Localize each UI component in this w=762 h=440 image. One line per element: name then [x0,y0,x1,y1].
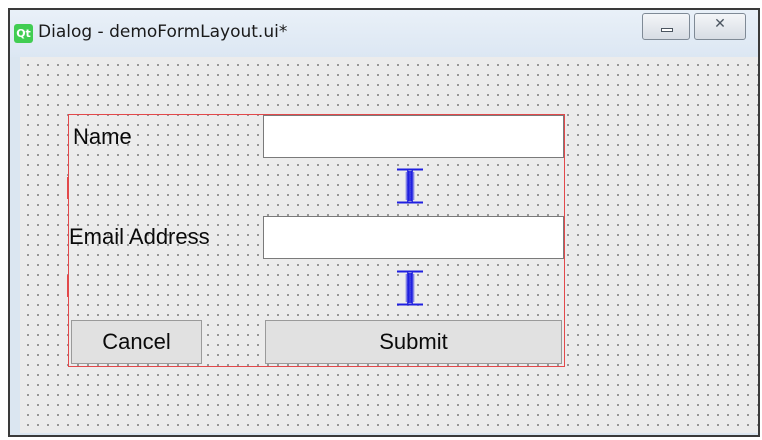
layout-edge-marker [67,177,69,199]
close-button[interactable]: ✕ [694,13,746,40]
close-icon: ✕ [714,16,726,32]
cancel-button[interactable]: Cancel [71,320,202,364]
form-layout[interactable]: Name Email Address Cancel Submit [67,114,565,367]
email-input[interactable] [263,216,564,259]
vertical-spacer-icon[interactable] [395,168,425,204]
title-bar[interactable]: Qt Dialog - demoFormLayout.ui* ✕ [10,10,758,57]
designer-canvas[interactable]: Name Email Address Cancel Submit [20,57,758,433]
minimize-icon [661,28,673,32]
minimize-button[interactable] [642,13,690,40]
name-label: Name [73,124,132,149]
dialog-window: Qt Dialog - demoFormLayout.ui* ✕ Name Em… [8,8,760,437]
email-address-label: Email Address [69,224,210,249]
qt-app-icon: Qt [14,24,33,43]
submit-button[interactable]: Submit [265,320,562,364]
name-input[interactable] [263,115,564,158]
vertical-spacer-icon[interactable] [395,270,425,306]
window-title: Dialog - demoFormLayout.ui* [38,22,288,42]
layout-edge-marker [67,275,69,297]
